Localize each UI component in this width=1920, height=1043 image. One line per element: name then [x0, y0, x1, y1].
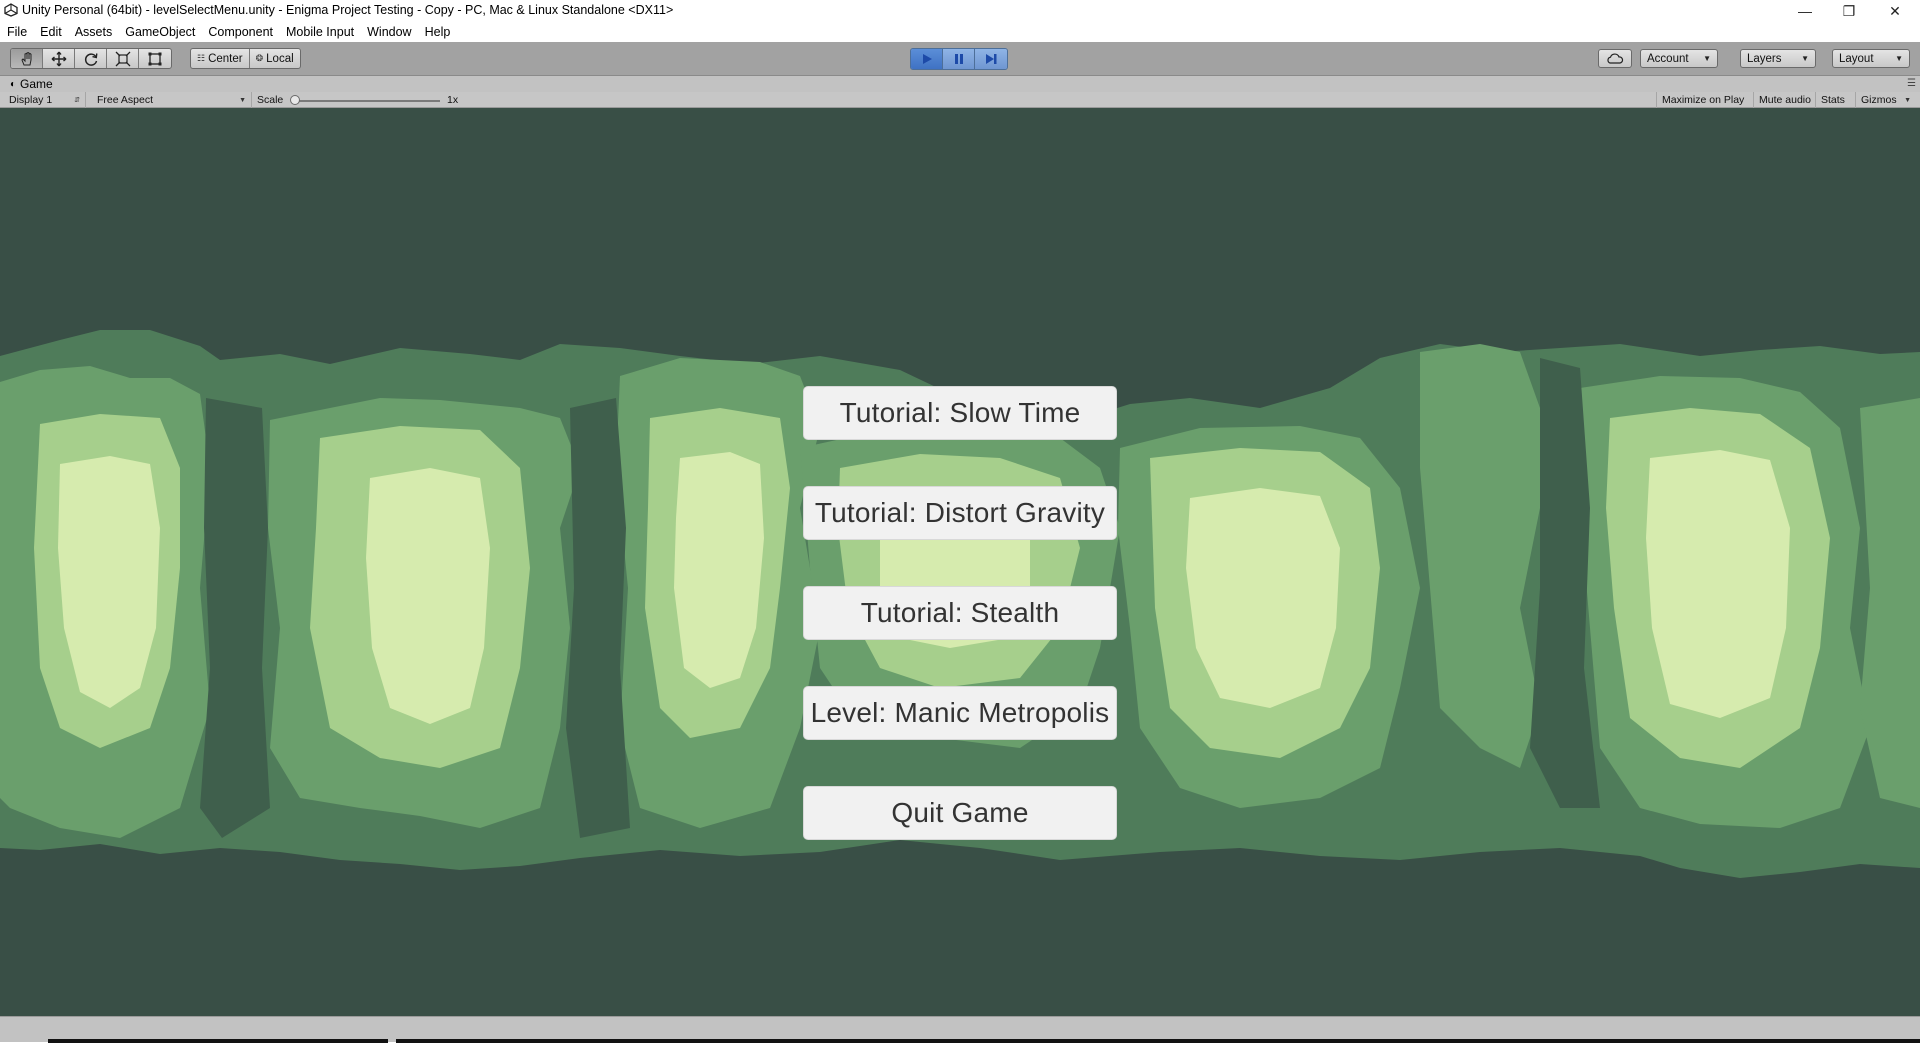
tutorial-slow-time-button[interactable]: Tutorial: Slow Time [803, 386, 1117, 440]
pivot-center-button[interactable]: ☷ Center [191, 49, 250, 68]
game-tab-row: ◐ Game ☰ [0, 76, 1920, 92]
layers-dropdown[interactable]: Layers ▼ [1740, 49, 1816, 68]
game-view-toolbar: Display 1 ⇵ Free Aspect ▼ Scale 1x Maxim… [0, 92, 1920, 108]
chevron-updown-icon: ⇵ [74, 97, 80, 104]
account-dropdown[interactable]: Account ▼ [1640, 49, 1718, 68]
chevron-down-icon: ▼ [1904, 96, 1911, 104]
cloud-button[interactable] [1598, 49, 1632, 68]
gizmos-label: Gizmos [1861, 94, 1897, 106]
pivot-local-button[interactable]: ❂ Local [250, 49, 300, 68]
chevron-down-icon: ▼ [1801, 54, 1809, 63]
step-button[interactable] [975, 49, 1007, 69]
pause-icon [954, 54, 963, 64]
scale-icon [115, 51, 130, 66]
layers-label: Layers [1747, 52, 1782, 65]
scale-label: Scale [257, 94, 284, 106]
rotate-icon [84, 52, 97, 66]
status-divider [396, 1039, 784, 1043]
game-pacman-icon: ◐ [10, 78, 17, 90]
minimize-button[interactable]: — [1782, 0, 1828, 22]
tab-game[interactable]: ◐ Game [4, 76, 61, 92]
chevron-down-icon: ▼ [1895, 54, 1903, 63]
rect-tool-button[interactable] [139, 49, 171, 68]
hand-icon [20, 51, 31, 65]
scale-value: 1x [447, 94, 459, 106]
display-dropdown[interactable]: Display 1 ⇵ [4, 92, 86, 108]
menu-help[interactable]: Help [425, 25, 451, 39]
menu-gameobject[interactable]: GameObject [125, 25, 195, 39]
mute-audio-toggle[interactable]: Mute audio [1754, 92, 1816, 108]
display-label: Display 1 [9, 94, 53, 106]
playback-controls [910, 48, 1008, 70]
scale-slider-track[interactable] [292, 100, 440, 102]
gizmos-dropdown[interactable]: Gizmos ▼ [1856, 92, 1916, 108]
pivot-local-label: Local [266, 52, 294, 65]
menu-window[interactable]: Window [367, 25, 411, 39]
transform-tools [10, 48, 172, 69]
account-label: Account [1647, 52, 1689, 65]
pivot-center-icon: ☷ [197, 53, 206, 63]
level-manic-metropolis-button[interactable]: Level: Manic Metropolis [803, 686, 1117, 740]
move-tool-button[interactable] [43, 49, 75, 68]
menu-file[interactable]: File [7, 25, 27, 39]
menu-assets[interactable]: Assets [75, 25, 113, 39]
pivot-toggles: ☷ Center ❂ Local [190, 48, 301, 69]
main-toolbar: ☷ Center ❂ Local Account ▼ Layers ▼ Layo… [0, 42, 1920, 76]
tab-game-label: Game [20, 77, 53, 91]
tab-options-icon[interactable]: ☰ [1907, 78, 1916, 89]
pivot-center-label: Center [208, 52, 243, 65]
stats-toggle[interactable]: Stats [1816, 92, 1856, 108]
tutorial-stealth-button[interactable]: Tutorial: Stealth [803, 586, 1117, 640]
rotate-tool-button[interactable] [75, 49, 107, 68]
chevron-down-icon: ▼ [1703, 54, 1711, 63]
status-divider [784, 1039, 1920, 1043]
hand-tool-button[interactable] [11, 49, 43, 68]
status-bar [0, 1016, 1920, 1043]
game-view[interactable]: Tutorial: Slow Time Tutorial: Distort Gr… [0, 108, 1920, 1016]
maximize-on-play-toggle[interactable]: Maximize on Play [1656, 92, 1754, 108]
menu-bar: File Edit Assets GameObject Component Mo… [0, 22, 1920, 42]
menu-mobile-input[interactable]: Mobile Input [286, 25, 354, 39]
title-bar: Unity Personal (64bit) - levelSelectMenu… [0, 0, 1920, 22]
unity-logo-icon [4, 3, 18, 17]
layout-label: Layout [1839, 52, 1874, 65]
menu-edit[interactable]: Edit [40, 25, 62, 39]
play-icon [922, 54, 932, 64]
scale-slider-thumb[interactable] [290, 95, 300, 105]
step-icon [986, 54, 997, 64]
quit-game-button[interactable]: Quit Game [803, 786, 1117, 840]
chevron-down-icon: ▼ [239, 96, 246, 104]
tutorial-distort-gravity-button[interactable]: Tutorial: Distort Gravity [803, 486, 1117, 540]
cloud-icon [1607, 53, 1624, 64]
close-button[interactable]: ✕ [1872, 0, 1918, 22]
status-divider [48, 1039, 388, 1043]
aspect-label: Free Aspect [97, 94, 154, 106]
maximize-button[interactable]: ❐ [1826, 0, 1872, 22]
pivot-local-icon: ❂ [255, 53, 264, 63]
window-title: Unity Personal (64bit) - levelSelectMenu… [22, 3, 674, 17]
menu-component[interactable]: Component [208, 25, 273, 39]
scale-tool-button[interactable] [107, 49, 139, 68]
move-icon [51, 51, 66, 66]
play-button[interactable] [911, 49, 943, 69]
layout-dropdown[interactable]: Layout ▼ [1832, 49, 1910, 68]
aspect-dropdown[interactable]: Free Aspect ▼ [92, 92, 252, 108]
forest-background [0, 108, 1920, 1016]
rect-icon [148, 52, 162, 65]
pause-button[interactable] [943, 49, 975, 69]
